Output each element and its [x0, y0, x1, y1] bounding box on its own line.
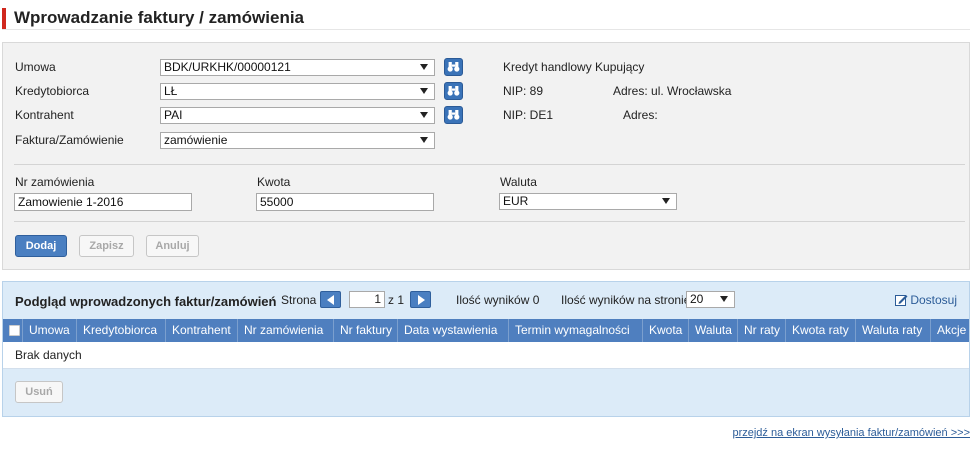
kredytobiorca-select[interactable]: LŁ: [160, 83, 435, 100]
column-header[interactable]: Termin wymagalności: [509, 319, 643, 342]
kontrahent-select[interactable]: PAI: [160, 107, 435, 124]
kredytobiorca-label: Kredytobiorca: [15, 84, 90, 98]
table-row: Brak danych: [3, 342, 969, 369]
edit-icon: [895, 295, 908, 306]
save-button[interactable]: Zapisz: [79, 235, 134, 257]
nr-zamowienia-input[interactable]: Zamowienie 1-2016: [14, 193, 192, 211]
binoculars-icon: [447, 110, 460, 120]
kontrahent-label: Kontrahent: [15, 108, 74, 122]
add-button[interactable]: Dodaj: [15, 235, 67, 257]
nr-zamowienia-label: Nr zamówienia: [15, 175, 95, 189]
page-of: z 1: [388, 293, 405, 307]
faktura-zamowienie-label: Faktura/Zamówienie: [15, 133, 124, 147]
arrow-left-icon: [327, 295, 334, 305]
results-panel: Podgląd wprowadzonych faktur/zamówień St…: [2, 281, 970, 417]
kontrahent-select-value: PAI: [164, 108, 183, 122]
umowa-select[interactable]: BDK/URKHK/00000121: [160, 59, 435, 76]
kredyt-info: Kredyt handlowy Kupujący: [503, 60, 645, 74]
per-page-label: Ilość wyników na stronie: [561, 293, 691, 307]
chevron-down-icon: [420, 112, 428, 118]
column-header[interactable]: Waluta: [689, 319, 738, 342]
prev-page-button[interactable]: [320, 291, 341, 308]
column-header[interactable]: Waluta raty: [856, 319, 931, 342]
chevron-down-icon: [720, 296, 728, 302]
page-title: Wprowadzanie faktury / zamówienia: [14, 8, 305, 27]
column-header[interactable]: Data wystawienia: [398, 319, 509, 342]
page-label: Strona: [281, 293, 317, 307]
kontrahent-nip: NIP: DE1: [503, 108, 554, 122]
kredytobiorca-nip: NIP: 89: [503, 84, 544, 98]
binoculars-icon: [447, 62, 460, 72]
adjust-columns-link[interactable]: Dostosuj: [895, 293, 957, 307]
column-header[interactable]: Nr zamówienia: [238, 319, 334, 342]
page-title-bar: Wprowadzanie faktury / zamówienia: [2, 5, 970, 30]
faktura-zamowienie-select[interactable]: zamówienie: [160, 132, 435, 149]
kontrahent-search-button[interactable]: [444, 106, 463, 124]
cancel-button[interactable]: Anuluj: [146, 235, 199, 257]
chevron-down-icon: [420, 64, 428, 70]
results-count: Ilość wyników 0: [456, 293, 540, 307]
per-page-select-value: 20: [690, 292, 704, 306]
chevron-down-icon: [420, 137, 428, 143]
results-title: Podgląd wprowadzonych faktur/zamówień: [15, 294, 277, 309]
column-header[interactable]: Nr faktury: [334, 319, 398, 342]
form-divider: [14, 164, 965, 165]
chevron-down-icon: [662, 198, 670, 204]
column-header[interactable]: Kwota: [643, 319, 689, 342]
faktura-zamowienie-select-value: zamówienie: [164, 133, 228, 147]
chevron-down-icon: [420, 88, 428, 94]
kwota-label: Kwota: [257, 175, 291, 189]
per-page-select[interactable]: 20: [686, 291, 735, 308]
kontrahent-adres: Adres:: [623, 108, 658, 122]
binoculars-icon: [447, 86, 460, 96]
column-header[interactable]: Kwota raty: [786, 319, 856, 342]
next-page-button[interactable]: [410, 291, 431, 308]
waluta-select[interactable]: EUR: [499, 193, 677, 210]
table-header: Umowa Kredytobiorca Kontrahent Nr zamówi…: [3, 319, 969, 342]
select-all-cell: [3, 319, 23, 342]
go-to-send-screen-link[interactable]: przejdź na ekran wysyłania faktur/zamówi…: [732, 427, 970, 439]
kwota-input[interactable]: 55000: [256, 193, 434, 211]
kredytobiorca-select-value: LŁ: [164, 84, 178, 98]
adjust-columns-label: Dostosuj: [910, 293, 957, 307]
column-header[interactable]: Kontrahent: [166, 319, 238, 342]
kredytobiorca-adres: Adres: ul. Wrocławska: [613, 84, 732, 98]
column-header[interactable]: Umowa: [23, 319, 77, 342]
kredytobiorca-search-button[interactable]: [444, 82, 463, 100]
empty-message: Brak danych: [15, 348, 82, 362]
umowa-label: Umowa: [15, 60, 56, 74]
waluta-select-value: EUR: [503, 194, 529, 208]
column-header[interactable]: Nr raty: [738, 319, 786, 342]
umowa-search-button[interactable]: [444, 58, 463, 76]
arrow-right-icon: [418, 295, 425, 305]
page-input[interactable]: 1: [349, 291, 385, 308]
umowa-select-value: BDK/URKHK/00000121: [164, 60, 291, 74]
column-header[interactable]: Kredytobiorca: [77, 319, 166, 342]
column-header: Akcje: [937, 323, 967, 337]
waluta-label: Waluta: [500, 175, 537, 189]
title-accent-bar: [2, 8, 6, 29]
delete-button[interactable]: Usuń: [15, 381, 63, 403]
select-all-checkbox[interactable]: [9, 325, 20, 336]
form-divider: [14, 221, 965, 222]
invoice-form-panel: Umowa BDK/URKHK/00000121 Kredyt handlowy…: [2, 42, 970, 270]
